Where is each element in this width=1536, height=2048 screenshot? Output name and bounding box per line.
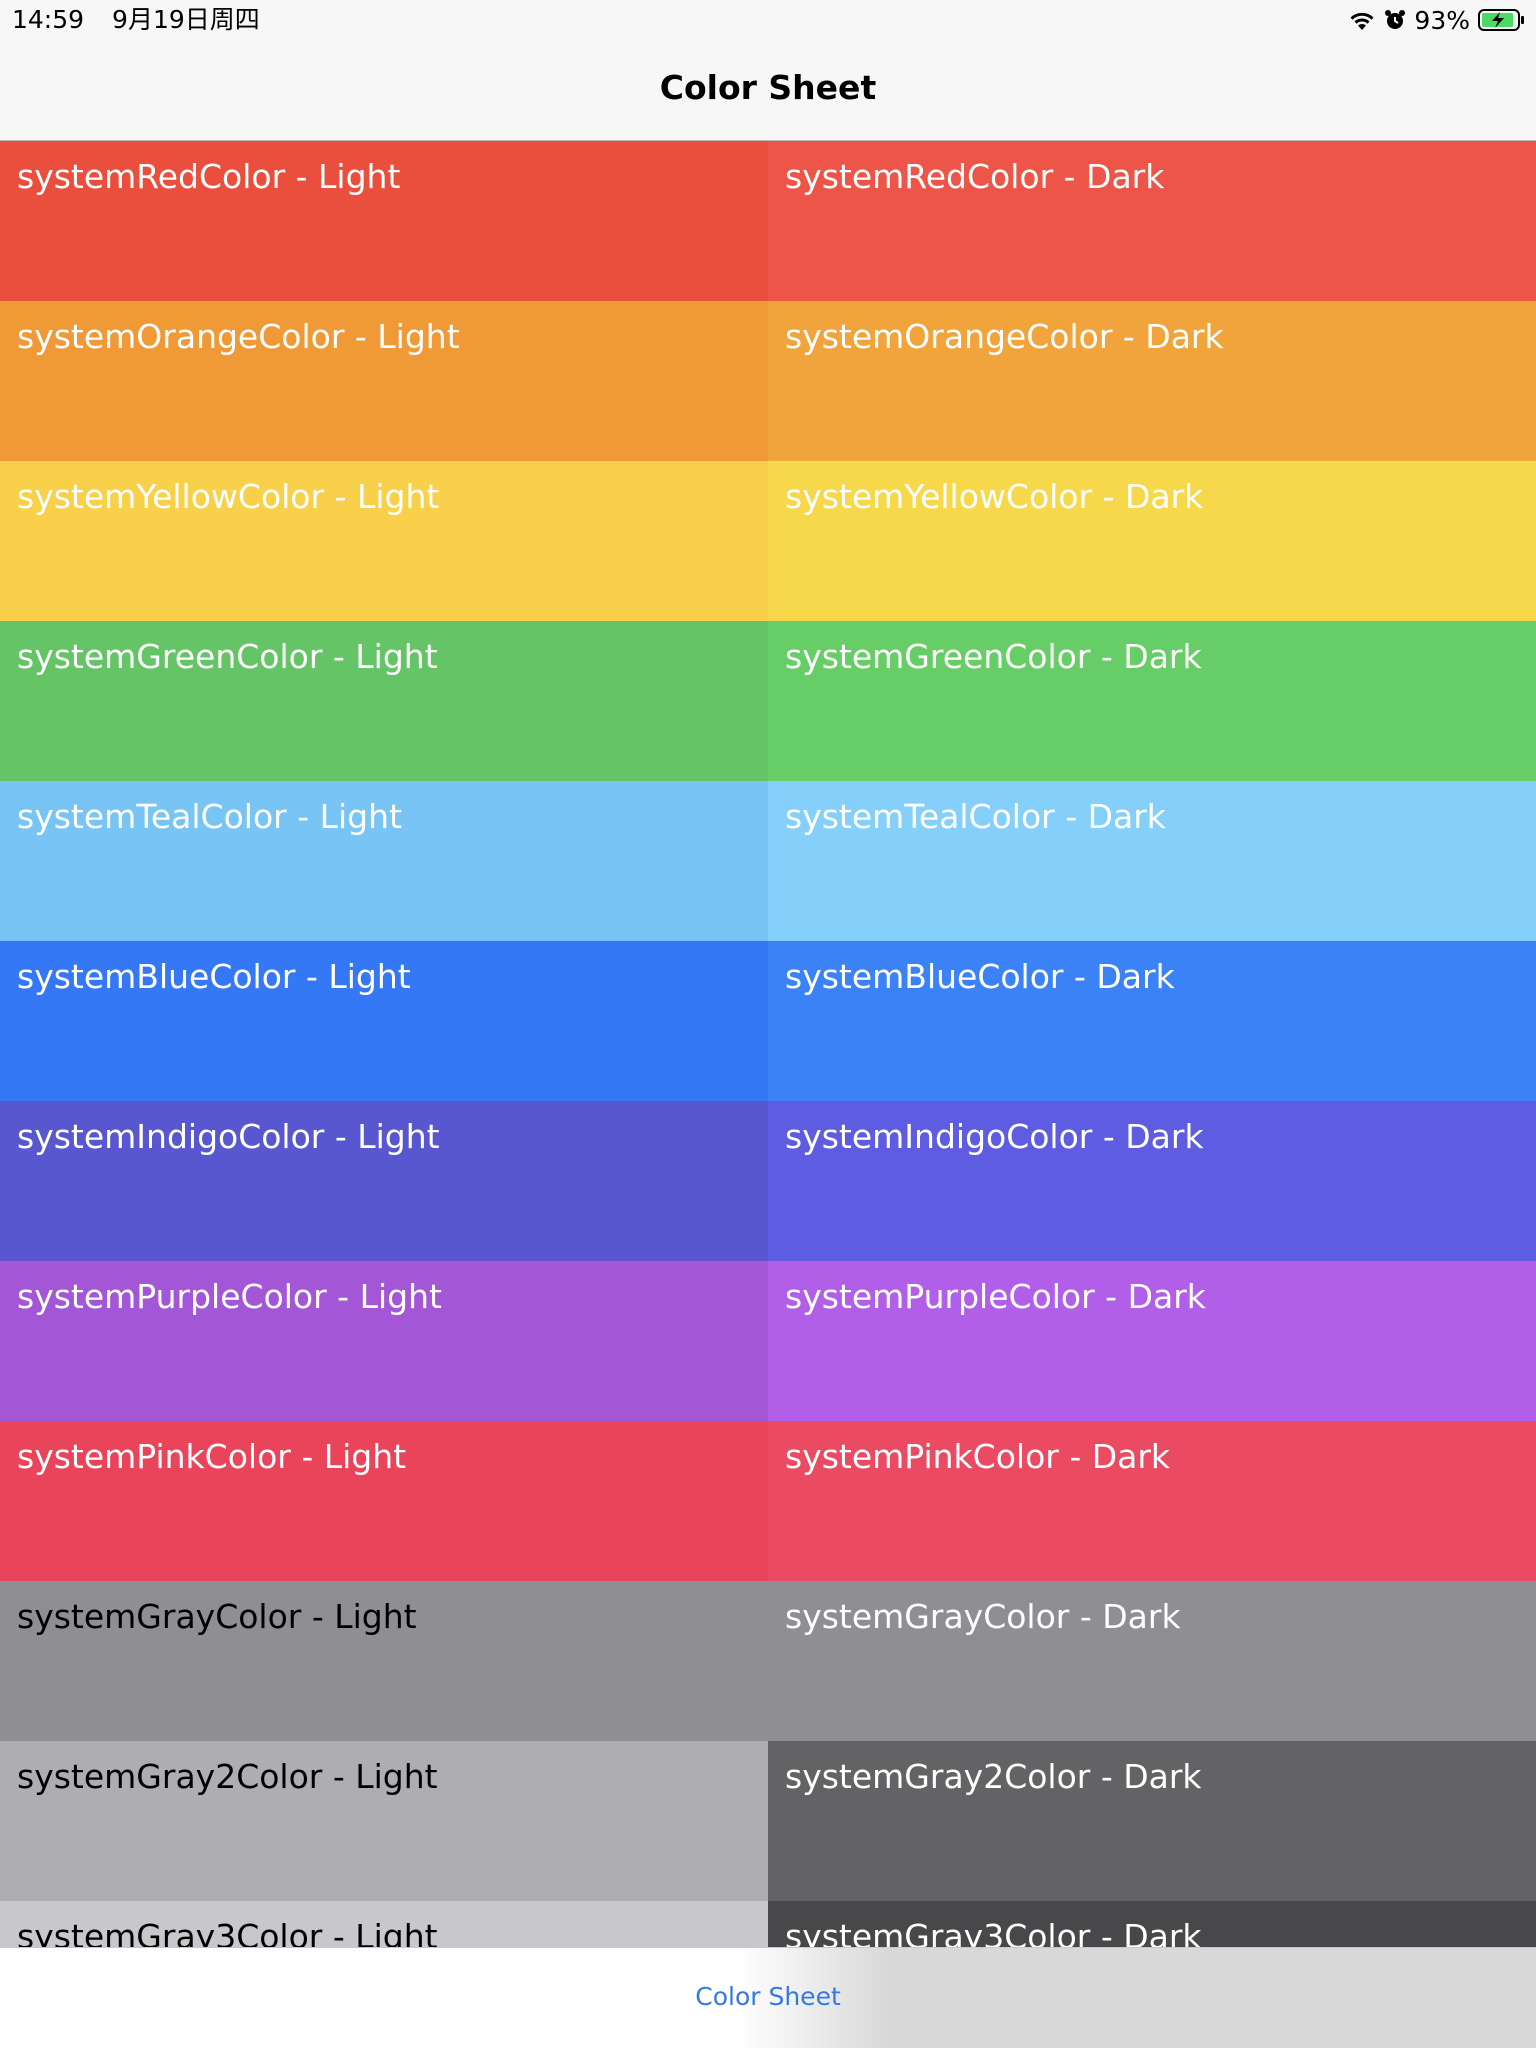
- color-swatch-light: systemBlueColor - Light: [0, 941, 768, 1101]
- color-label: systemIndigoColor - Light: [17, 1117, 440, 1156]
- color-label: systemPinkColor - Light: [17, 1437, 407, 1476]
- tab-color-sheet[interactable]: Color Sheet: [0, 1982, 1536, 2011]
- color-row: systemBlueColor - Light systemBlueColor -…: [0, 941, 1536, 1101]
- color-row: systemPinkColor - Light systemPinkColor -…: [0, 1421, 1536, 1581]
- status-time: 14:59: [12, 5, 85, 34]
- color-label: systemYellowColor - Light: [17, 477, 440, 516]
- color-swatch-light: systemOrangeColor - Light: [0, 301, 768, 461]
- color-label: systemGreenColor - Light: [17, 637, 438, 676]
- color-label: systemGreenColor - Dark: [785, 637, 1202, 676]
- alarm-icon: [1384, 9, 1406, 31]
- color-row: systemGrayColor - Light systemGrayColor -…: [0, 1581, 1536, 1741]
- color-label: systemIndigoColor - Dark: [785, 1117, 1204, 1156]
- color-swatch-dark: systemPinkColor - Dark: [768, 1421, 1536, 1581]
- color-label: systemGray3Color - Light: [17, 1917, 438, 1947]
- color-row: systemTealColor - Light systemTealColor -…: [0, 781, 1536, 941]
- color-row: systemYellowColor - Light systemYellowCol…: [0, 461, 1536, 621]
- color-swatch-light: systemPurpleColor - Light: [0, 1261, 768, 1421]
- tab-bar: Color Sheet: [0, 1947, 1536, 2048]
- wifi-icon: [1348, 9, 1376, 31]
- color-swatch-light: systemGray2Color - Light: [0, 1741, 768, 1901]
- color-swatch-dark: systemOrangeColor - Dark: [768, 301, 1536, 461]
- color-swatch-dark: systemTealColor - Dark: [768, 781, 1536, 941]
- color-label: systemRedColor - Dark: [785, 157, 1165, 196]
- color-swatch-dark: systemGrayColor - Dark: [768, 1581, 1536, 1741]
- color-swatch-dark: systemYellowColor - Dark: [768, 461, 1536, 621]
- color-label: systemTealColor - Light: [17, 797, 402, 836]
- color-row: systemIndigoColor - Light systemIndigoCol…: [0, 1101, 1536, 1261]
- color-swatch-light: systemRedColor - Light: [0, 141, 768, 301]
- color-row: systemGray3Color - Light systemGray3Color…: [0, 1901, 1536, 1947]
- color-label: systemPurpleColor - Light: [17, 1277, 442, 1316]
- battery-charging-icon: [1478, 8, 1526, 32]
- color-label: systemGray3Color - Dark: [785, 1917, 1202, 1947]
- color-swatch-dark: systemPurpleColor - Dark: [768, 1261, 1536, 1421]
- color-label: systemBlueColor - Light: [17, 957, 411, 996]
- color-swatch-light: systemGreenColor - Light: [0, 621, 768, 781]
- status-date: 9月19日周四: [112, 5, 260, 34]
- color-swatch-dark: systemBlueColor - Dark: [768, 941, 1536, 1101]
- color-row: systemPurpleColor - Light systemPurpleCol…: [0, 1261, 1536, 1421]
- color-swatch-light: systemGrayColor - Light: [0, 1581, 768, 1741]
- color-swatch-light: systemIndigoColor - Light: [0, 1101, 768, 1261]
- color-label: systemGray2Color - Light: [17, 1757, 438, 1796]
- status-bar: 14:59 9月19日周四 93%: [0, 0, 1536, 40]
- color-label: systemRedColor - Light: [17, 157, 401, 196]
- color-swatch-light: systemTealColor - Light: [0, 781, 768, 941]
- color-label: systemGrayColor - Dark: [785, 1597, 1181, 1636]
- color-row: systemGray2Color - Light systemGray2Color…: [0, 1741, 1536, 1901]
- color-swatch-light: systemYellowColor - Light: [0, 461, 768, 621]
- color-swatch-light: systemPinkColor - Light: [0, 1421, 768, 1581]
- color-grid[interactable]: systemRedColor - Light systemRedColor - D…: [0, 141, 1536, 1947]
- color-row: systemGreenColor - Light systemGreenColor…: [0, 621, 1536, 781]
- navigation-bar: Color Sheet: [0, 40, 1536, 141]
- color-label: systemGray2Color - Dark: [785, 1757, 1202, 1796]
- status-right: 93%: [1348, 4, 1526, 36]
- color-label: systemBlueColor - Dark: [785, 957, 1175, 996]
- color-row: systemRedColor - Light systemRedColor - D…: [0, 141, 1536, 301]
- color-label: systemPurpleColor - Dark: [785, 1277, 1206, 1316]
- color-swatch-dark: systemRedColor - Dark: [768, 141, 1536, 301]
- color-swatch-dark: systemGray3Color - Dark: [768, 1901, 1536, 1947]
- color-row: systemOrangeColor - Light systemOrangeCol…: [0, 301, 1536, 461]
- status-left: 14:59 9月19日周四: [12, 4, 260, 36]
- color-swatch-light: systemGray3Color - Light: [0, 1901, 768, 1947]
- color-label: systemPinkColor - Dark: [785, 1437, 1171, 1476]
- battery-percent: 93%: [1414, 5, 1470, 35]
- color-label: systemOrangeColor - Dark: [785, 317, 1224, 356]
- color-swatch-dark: systemGreenColor - Dark: [768, 621, 1536, 781]
- color-swatch-dark: systemIndigoColor - Dark: [768, 1101, 1536, 1261]
- color-label: systemGrayColor - Light: [17, 1597, 417, 1636]
- color-swatch-dark: systemGray2Color - Dark: [768, 1741, 1536, 1901]
- color-label: systemYellowColor - Dark: [785, 477, 1204, 516]
- page-title: Color Sheet: [659, 68, 877, 107]
- color-label: systemOrangeColor - Light: [17, 317, 460, 356]
- color-label: systemTealColor - Dark: [785, 797, 1166, 836]
